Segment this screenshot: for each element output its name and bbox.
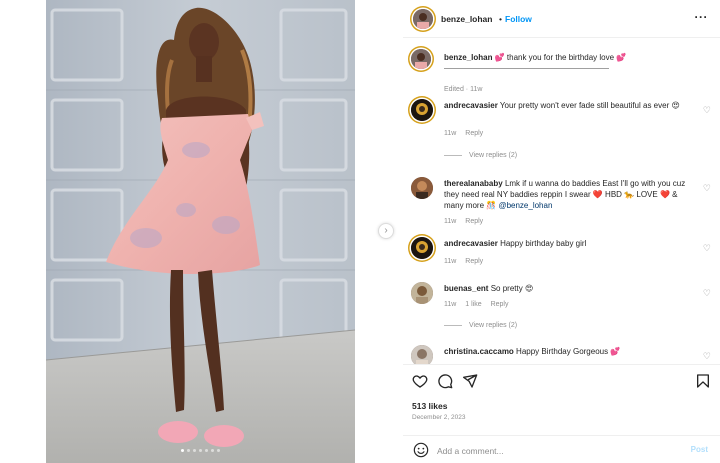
smiley-icon[interactable] [413, 442, 429, 460]
view-replies-label: View replies (2) [469, 152, 518, 159]
comment-username[interactable]: andrecavasier [444, 101, 498, 110]
comment-emoji: 😍 [671, 101, 680, 110]
comment-avatar[interactable] [411, 282, 433, 304]
comment-text: Your pretty won't ever fade still beauti… [499, 101, 670, 110]
caption-username[interactable]: benze_lohan [444, 53, 492, 62]
caption-avatar[interactable] [411, 49, 431, 69]
comment-mention[interactable]: @benze_lohan [498, 201, 552, 210]
comment-avatar[interactable] [411, 237, 433, 259]
post-image[interactable] [46, 0, 355, 463]
likes-count[interactable]: 513 likes [412, 401, 447, 411]
comment-likes[interactable]: 1 like [465, 301, 481, 308]
comment-emoji: ❤️ [592, 190, 603, 199]
comment-emoji-2: 🐆 [624, 190, 635, 199]
author-username[interactable]: benze_lohan [441, 14, 492, 24]
comment-item: christina.caccamo Happy Birthday Gorgeou… [411, 345, 711, 364]
comment-meta: 11w 1 like Reply [444, 301, 515, 308]
comment-meta: 11w Reply [444, 218, 490, 225]
heart-icon[interactable]: ♡ [703, 105, 711, 116]
comment-emoji: 😍 [524, 284, 534, 293]
comment-username[interactable]: buenas_ent [444, 284, 488, 293]
comment-avatar[interactable] [411, 345, 433, 364]
comment-avatar[interactable] [411, 177, 433, 199]
comments-list[interactable]: benze_lohan 💕 thank you for the birthday… [403, 39, 720, 364]
heart-icon[interactable]: ♡ [703, 243, 711, 254]
comment-text-2: HBD [605, 190, 622, 199]
comment-time: 11w [444, 301, 457, 308]
caption-emoji: 💕 [494, 53, 505, 62]
caption: benze_lohan 💕 thank you for the birthday… [411, 49, 711, 93]
comment-time: 11w [444, 130, 457, 137]
caption-edited: Edited · 11w [444, 86, 483, 93]
comment-username[interactable]: therealanababy [444, 179, 503, 188]
reply-button[interactable]: Reply [465, 130, 483, 137]
heart-icon[interactable]: ♡ [703, 183, 711, 194]
heart-icon[interactable]: ♡ [703, 288, 711, 299]
carousel-dots [46, 445, 355, 454]
comment-icon[interactable] [437, 373, 453, 391]
view-replies-button[interactable]: View replies (2) [444, 322, 517, 329]
post-photo [46, 0, 355, 463]
caption-emoji-end: 💕 [616, 53, 627, 62]
bookmark-icon[interactable] [695, 373, 711, 391]
more-horizontal-icon[interactable]: ··· [695, 10, 709, 24]
follow-button[interactable]: Follow [505, 14, 532, 24]
comment-username[interactable]: andrecavasier [444, 239, 498, 248]
heart-icon[interactable]: ♡ [703, 351, 711, 362]
comment-time: 11w [444, 258, 457, 265]
comment-emoji-4: 🎊 [486, 201, 497, 210]
carousel-next-button[interactable]: › [378, 223, 394, 239]
post-actions: 513 likes December 2, 2023 Post [403, 364, 720, 463]
comment-item: therealanababy Lmk if u wanna do baddies… [411, 177, 711, 229]
comment-text: Happy birthday baby girl [500, 239, 587, 248]
header-separator: • [499, 14, 502, 24]
add-comment-input[interactable] [437, 444, 677, 457]
comment-text: Happy Birthday Gorgeous [516, 347, 609, 356]
comment-item: buenas_ent So pretty 😍 11w 1 like Reply … [411, 282, 711, 316]
comment-emoji-3: ❤️ [659, 190, 670, 199]
post-comment-button[interactable]: Post [691, 445, 708, 454]
send-icon[interactable] [462, 373, 478, 391]
heart-icon[interactable] [412, 373, 428, 391]
caption-divider [444, 68, 609, 69]
comment-text: So pretty [490, 284, 523, 293]
comment-avatar[interactable] [411, 99, 433, 121]
add-comment-bar: Post [403, 435, 720, 463]
view-replies-button[interactable]: View replies (2) [444, 152, 517, 159]
post-sidebar: benze_lohan • Follow ··· benze_lohan 💕 t… [403, 0, 720, 463]
comment-item: andrecavasier Your pretty won't ever fad… [411, 99, 711, 159]
comment-username[interactable]: christina.caccamo [444, 347, 514, 356]
reply-button[interactable]: Reply [491, 301, 509, 308]
comment-meta: 11w Reply [444, 130, 490, 137]
post-date: December 2, 2023 [412, 414, 466, 421]
caption-text: thank you for the birthday love [506, 53, 615, 62]
post-header: benze_lohan • Follow ··· [403, 0, 720, 38]
author-avatar[interactable] [413, 9, 433, 29]
caption-meta: Edited · 11w [444, 86, 489, 93]
comment-item: andrecavasier Happy birthday baby girl 1… [411, 237, 711, 271]
comment-time: 11w [444, 218, 457, 225]
view-replies-label: View replies (2) [469, 322, 518, 329]
comment-meta: 11w Reply [444, 258, 490, 265]
comment-text-3: LOVE [636, 190, 658, 199]
reply-button[interactable]: Reply [465, 218, 483, 225]
reply-button[interactable]: Reply [465, 258, 483, 265]
comment-emoji: 💕 [610, 347, 621, 356]
